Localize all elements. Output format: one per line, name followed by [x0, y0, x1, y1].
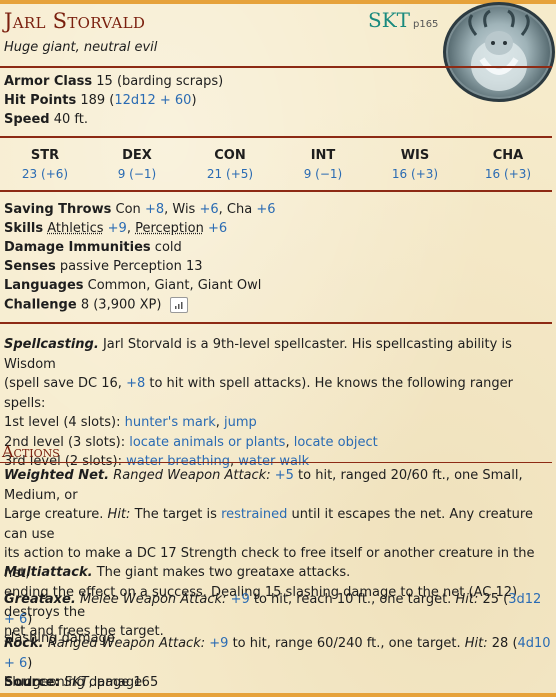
divider	[0, 66, 552, 68]
source-page: p165	[412, 19, 439, 30]
ability-wis: WIS 16 (+3)	[370, 148, 460, 181]
saving-throws: Saving Throws Con +8, Wis +6, Cha +6	[4, 202, 276, 217]
divider	[0, 190, 552, 192]
languages: Languages Common, Giant, Giant Owl	[4, 278, 262, 293]
top-border	[0, 0, 556, 4]
spell-level-1: 1st level (4 slots): hunter's mark, jump	[4, 415, 257, 430]
token-portrait[interactable]	[443, 2, 555, 102]
actions-heading: Actions	[2, 442, 60, 461]
ability-roll[interactable]: 21 (+5)	[185, 167, 275, 181]
hp-roll[interactable]: 12d12 + 60	[114, 93, 191, 108]
bottom-border	[0, 693, 556, 697]
hit-points: Hit Points 189 (12d12 + 60)	[4, 93, 197, 108]
stat-block: Jarl Storvald SKT p165 Huge giant, neutra…	[0, 0, 556, 697]
senses: Senses passive Perception 13	[4, 259, 203, 274]
skills: Skills Athletics +9, Perception +6	[4, 221, 228, 236]
creature-name: Jarl Storvald	[4, 9, 146, 33]
speed: Speed 40 ft.	[4, 112, 89, 127]
divider	[0, 462, 552, 463]
bar-chart-icon[interactable]	[169, 297, 188, 313]
spell-level-2: 2nd level (3 slots): locate animals or p…	[4, 434, 378, 450]
skill-roll[interactable]: +9	[108, 221, 127, 236]
spellcasting-trait: Spellcasting. Jarl Storvald is a 9th-lev…	[4, 335, 552, 472]
ability-con: CON 21 (+5)	[185, 148, 275, 181]
ability-int: INT 9 (−1)	[278, 148, 368, 181]
ability-roll[interactable]: 16 (+3)	[370, 167, 460, 181]
damage-immunities: Damage Immunities cold	[4, 240, 182, 255]
creature-subtitle: Huge giant, neutral evil	[4, 40, 158, 55]
save-roll[interactable]: +8	[145, 202, 164, 217]
ability-dex: DEX 9 (−1)	[92, 148, 182, 181]
skill-perception[interactable]: Perception	[135, 221, 204, 236]
spell-link[interactable]: locate animals or plants	[129, 435, 285, 450]
ability-str: STR 23 (+6)	[0, 148, 90, 181]
save-roll[interactable]: +6	[199, 202, 218, 217]
spell-link[interactable]: locate object	[294, 435, 378, 450]
divider	[0, 136, 552, 138]
ability-roll[interactable]: 9 (−1)	[92, 167, 182, 181]
spell-link[interactable]: hunter's mark	[125, 415, 216, 430]
ability-roll[interactable]: 16 (+3)	[463, 167, 553, 181]
ability-cha: CHA 16 (+3)	[463, 148, 553, 181]
attack-roll[interactable]: +5	[275, 468, 294, 483]
spell-attack-roll[interactable]: +8	[126, 376, 145, 391]
armor-class: Armor Class 15 (barding scraps)	[4, 74, 224, 89]
condition-link[interactable]: restrained	[221, 507, 287, 522]
skill-athletics[interactable]: Athletics	[47, 221, 103, 236]
source-citation: Source: SKT, page 165	[4, 675, 159, 690]
save-roll[interactable]: +6	[256, 202, 275, 217]
attack-roll[interactable]: +9	[209, 636, 228, 651]
divider	[0, 322, 552, 324]
action-multiattack: Multiattack. The giant makes two greatax…	[4, 565, 351, 580]
attack-roll[interactable]: +9	[231, 592, 250, 607]
challenge: Challenge 8 (3,900 XP)	[4, 297, 188, 313]
ability-roll[interactable]: 9 (−1)	[278, 167, 368, 181]
skill-roll[interactable]: +6	[208, 221, 227, 236]
source-abbr[interactable]: SKT	[368, 8, 410, 32]
ability-roll[interactable]: 23 (+6)	[0, 167, 90, 181]
source-tag[interactable]: SKT p165	[368, 8, 438, 32]
spell-link[interactable]: jump	[224, 415, 257, 430]
frost-giant-portrait-icon	[468, 9, 530, 91]
